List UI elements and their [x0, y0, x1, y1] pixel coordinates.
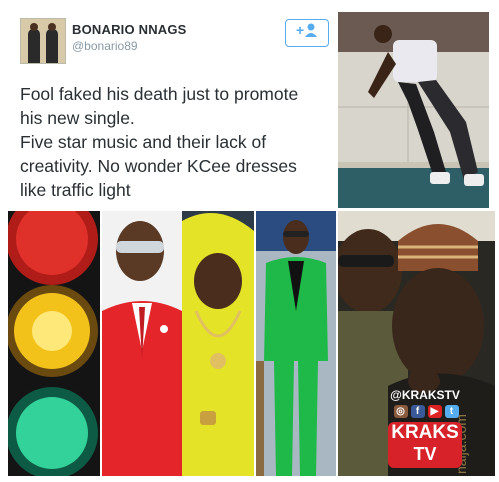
- tweet-text: Fool faked his death just to promote his…: [20, 82, 335, 202]
- tweet-card: BONARIO NNAGS @bonario89 + Fool faked hi…: [12, 12, 335, 204]
- tweet-line: Five star music and their lack of: [20, 132, 267, 152]
- logo-line1: KRAKS: [391, 422, 459, 443]
- meme-image: BONARIO NNAGS @bonario89 + Fool faked hi…: [4, 4, 495, 478]
- tweet-line: creativity. No wonder KCee dresses: [20, 156, 297, 176]
- green-tracksuit-photo: [256, 211, 336, 476]
- follow-button[interactable]: +: [285, 19, 329, 47]
- krakstv-badge: @KRAKSTV ◎ f ▶ t KRAKS TV: [384, 388, 466, 474]
- twitter-icon: t: [444, 405, 459, 418]
- tweet-line: like traffic light: [20, 180, 131, 200]
- youtube-icon: ▶: [427, 405, 442, 418]
- avatar[interactable]: [20, 18, 66, 64]
- display-name[interactable]: BONARIO NNAGS: [72, 22, 187, 37]
- user-handle[interactable]: @bonario89: [72, 39, 138, 53]
- lying-man-photo: [338, 12, 489, 208]
- red-suit-photo: [102, 211, 182, 476]
- yellow-hoodie-photo: [182, 211, 254, 476]
- krakstv-logo: KRAKS TV: [388, 422, 462, 468]
- add-user-icon: +: [296, 22, 318, 41]
- tweet-line: his new single.: [20, 108, 135, 128]
- tweet-line: Fool faked his death just to promote: [20, 84, 299, 104]
- svg-text:+: +: [296, 22, 304, 38]
- krakstv-handle: @KRAKSTV: [390, 388, 460, 402]
- facebook-icon: f: [410, 405, 425, 418]
- instagram-icon: ◎: [393, 405, 408, 418]
- logo-line2: TV: [413, 444, 437, 464]
- social-icons: ◎ f ▶ t: [390, 405, 462, 419]
- traffic-light-photo: [8, 211, 100, 476]
